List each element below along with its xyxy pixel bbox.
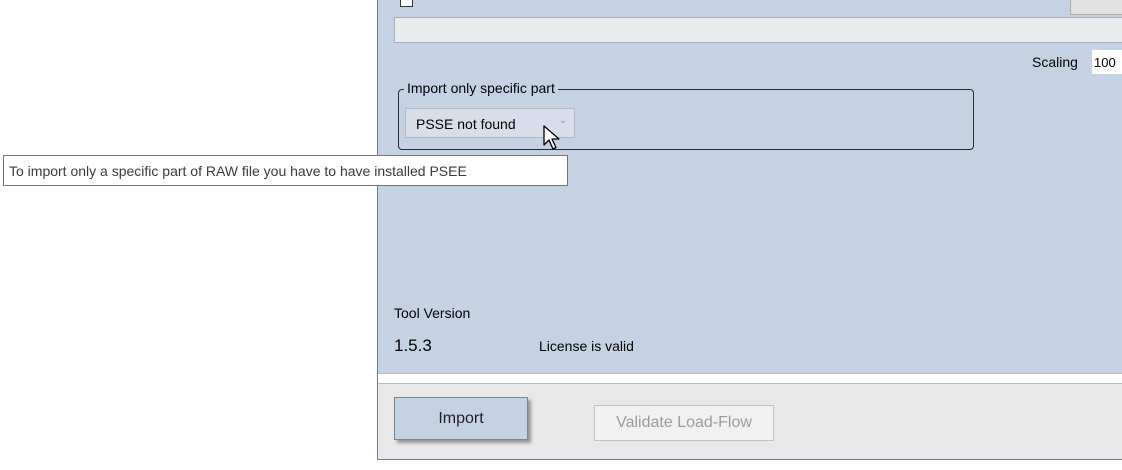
- license-status: License is valid: [539, 338, 634, 354]
- scaling-input[interactable]: [1092, 50, 1122, 74]
- tool-version-label: Tool Version: [394, 305, 471, 321]
- option-checkbox[interactable]: [400, 0, 413, 7]
- version-value: 1.5.3: [394, 336, 432, 355]
- import-button[interactable]: Import: [394, 397, 528, 440]
- button-bar: Import Validate Load-Flow: [378, 384, 1122, 459]
- file-path-field[interactable]: [394, 17, 1122, 43]
- psse-tooltip: To import only a specific part of RAW fi…: [3, 155, 568, 186]
- import-part-legend: Import only specific part: [404, 80, 558, 96]
- progress-bar: [378, 373, 1122, 384]
- psse-select-value: PSSE not found: [416, 116, 516, 132]
- validate-load-flow-button[interactable]: Validate Load-Flow: [594, 405, 774, 441]
- scaling-label: Scaling: [1032, 54, 1078, 70]
- importer-window: Scaling Import only specific part PSSE n…: [377, 0, 1122, 460]
- browse-button[interactable]: [1070, 0, 1122, 15]
- mouse-pointer-icon: [543, 125, 560, 150]
